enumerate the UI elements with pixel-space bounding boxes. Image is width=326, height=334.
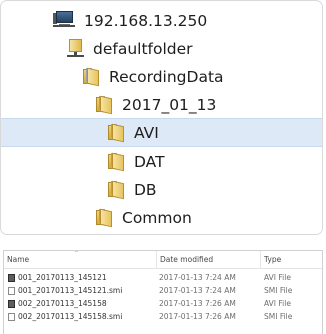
text-file-icon bbox=[8, 286, 15, 295]
video-file-icon bbox=[8, 273, 15, 282]
folder-icon bbox=[96, 208, 113, 228]
file-type: SMI File bbox=[264, 312, 293, 321]
file-name: 002_20170113_145158.smi bbox=[18, 312, 123, 321]
column-header-name[interactable]: Name bbox=[4, 251, 156, 268]
file-type: AVI File bbox=[264, 273, 291, 282]
file-list-header: ⌃ Name Date modified Type bbox=[4, 251, 322, 269]
tree-node-avi[interactable]: AVI bbox=[1, 118, 322, 147]
tree-node-label: DAT bbox=[134, 152, 165, 171]
tree-node-label: DB bbox=[134, 180, 157, 199]
text-file-icon bbox=[8, 312, 15, 321]
folder-icon bbox=[83, 67, 100, 87]
tree-node-label: 192.168.13.250 bbox=[84, 11, 208, 30]
tree-node-db[interactable]: DB bbox=[1, 175, 322, 204]
file-list-panel: ⌃ Name Date modified Type 001_20170113_1… bbox=[3, 250, 323, 334]
folder-tree-panel: 192.168.13.250 defaultfolder RecordingDa… bbox=[0, 0, 323, 235]
tree-node-label: 2017_01_13 bbox=[122, 95, 217, 114]
file-name: 001_20170113_145121 bbox=[18, 273, 107, 282]
file-row[interactable]: 001_20170113_145121.smi 2017-01-13 7:24 … bbox=[4, 284, 322, 297]
folder-icon bbox=[108, 180, 125, 200]
file-date: 2017-01-13 7:24 AM bbox=[159, 273, 236, 282]
tree-node-server[interactable]: 192.168.13.250 bbox=[1, 6, 322, 35]
tree-node-recordingdata[interactable]: RecordingData bbox=[1, 62, 322, 91]
file-row[interactable]: 002_20170113_145158 2017-01-13 7:26 AM A… bbox=[4, 297, 322, 310]
file-row[interactable]: 001_20170113_145121 2017-01-13 7:24 AM A… bbox=[4, 271, 322, 284]
file-name: 001_20170113_145121.smi bbox=[18, 286, 123, 295]
network-share-icon bbox=[67, 39, 84, 58]
file-date: 2017-01-13 7:24 AM bbox=[159, 286, 236, 295]
tree-node-label: defaultfolder bbox=[93, 39, 193, 58]
folder-icon bbox=[96, 95, 113, 115]
tree-node-label: AVI bbox=[134, 123, 159, 142]
column-header-date-modified[interactable]: Date modified bbox=[156, 251, 260, 268]
file-date: 2017-01-13 7:26 AM bbox=[159, 299, 236, 308]
tree-node-dat[interactable]: DAT bbox=[1, 147, 322, 176]
folder-icon bbox=[108, 152, 125, 172]
file-type: SMI File bbox=[264, 286, 293, 295]
file-row[interactable]: 002_20170113_145158.smi 2017-01-13 7:26 … bbox=[4, 310, 322, 323]
file-name: 002_20170113_145158 bbox=[18, 299, 107, 308]
page: 192.168.13.250 defaultfolder RecordingDa… bbox=[0, 0, 326, 334]
tree-node-common[interactable]: Common bbox=[1, 203, 322, 232]
column-header-type[interactable]: Type bbox=[260, 251, 322, 268]
tree-node-2017-01-13[interactable]: 2017_01_13 bbox=[1, 90, 322, 119]
video-file-icon bbox=[8, 299, 15, 308]
computer-icon bbox=[53, 11, 75, 30]
file-type: AVI File bbox=[264, 299, 291, 308]
file-date: 2017-01-13 7:26 AM bbox=[159, 312, 236, 321]
tree-node-label: RecordingData bbox=[109, 67, 224, 86]
tree-node-label: Common bbox=[122, 208, 192, 227]
tree-node-defaultfolder[interactable]: defaultfolder bbox=[1, 34, 322, 63]
folder-icon bbox=[108, 123, 125, 143]
